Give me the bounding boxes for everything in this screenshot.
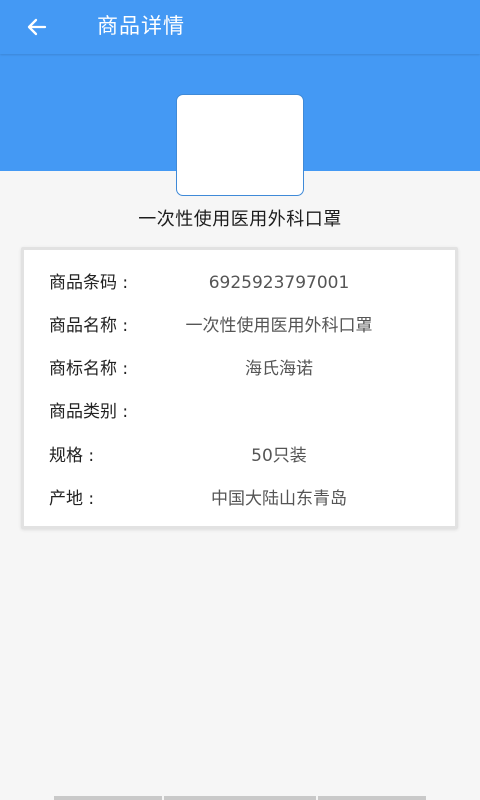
info-row-origin: 产地 : 中国大陆山东青岛 <box>24 484 455 514</box>
spec-label: 规格 : <box>49 446 95 466</box>
brand-label: 商标名称 : <box>49 359 129 379</box>
back-button[interactable] <box>18 8 56 46</box>
arrow-left-icon <box>27 18 47 36</box>
bottom-strip <box>54 796 162 800</box>
app-bar: 商品详情 <box>0 0 480 54</box>
product-name-value: 一次性使用医用外科口罩 <box>185 316 373 336</box>
spec-value: 50只装 <box>251 446 307 466</box>
origin-label: 产地 : <box>49 489 95 509</box>
product-name: 一次性使用医用外科口罩 <box>138 209 342 230</box>
barcode-label: 商品条码 : <box>49 273 129 293</box>
origin-value: 中国大陆山东青岛 <box>211 489 347 509</box>
info-row-product-name: 商品名称 : 一次性使用医用外科口罩 <box>24 311 455 341</box>
info-row-barcode: 商品条码 : 6925923797001 <box>24 268 455 298</box>
product-image <box>176 94 304 196</box>
brand-value: 海氏海诺 <box>245 359 313 379</box>
info-row-spec: 规格 : 50只装 <box>24 441 455 471</box>
info-row-category: 商品类别 : <box>24 397 455 427</box>
product-name-label: 商品名称 : <box>49 316 129 336</box>
category-label: 商品类别 : <box>49 402 129 422</box>
bottom-strip <box>164 796 316 800</box>
page-title: 商品详情 <box>97 14 185 38</box>
barcode-value: 6925923797001 <box>208 273 350 293</box>
product-detail-screen: 商品详情 一次性使用医用外科口罩 商品条码 : 6925923797001 商品… <box>0 0 480 800</box>
bottom-strip <box>318 796 426 800</box>
product-info-card: 商品条码 : 6925923797001 商品名称 : 一次性使用医用外科口罩 … <box>21 247 458 529</box>
info-row-brand: 商标名称 : 海氏海诺 <box>24 354 455 384</box>
